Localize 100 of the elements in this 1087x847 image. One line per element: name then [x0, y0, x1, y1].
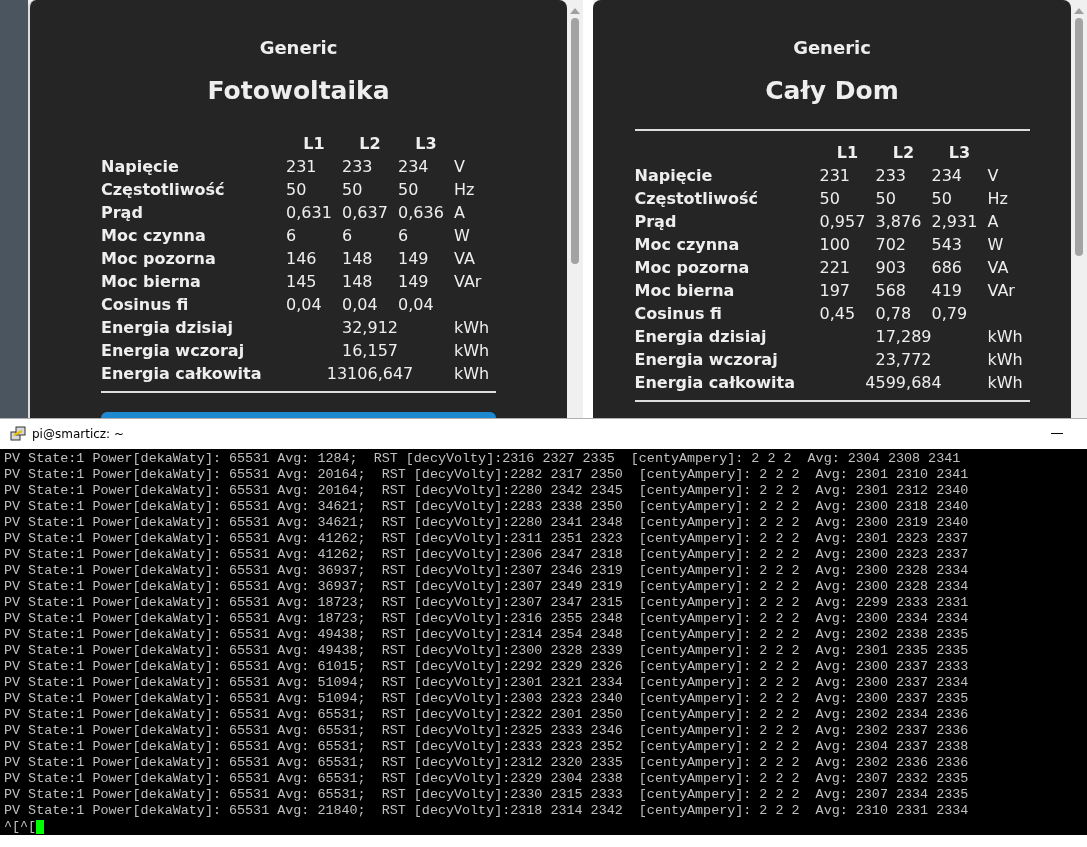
column-header: L2	[358, 133, 382, 155]
terminal-line: PV State:1 Power[dekaWaty]: 65531 Avg: 1284; RST [decyVolty]:2316 2327 2335 [centyAmpery]: 2 2 2 Avg: 2304 2308 2341	[4, 451, 962, 467]
value-cell-text: 233	[342, 156, 374, 178]
terminal-line: PV State:1 Power[dekaWaty]: 65531 Avg: 36937; RST [decyVolty]:2307 2346 2319 [centyAmpery]: 2 2 2 Avg: 2300 2328 2334	[4, 563, 970, 579]
minimize-icon[interactable]	[1051, 433, 1063, 435]
value-cell-text: 50	[931, 188, 953, 210]
row-label: Energia wczoraj	[634, 349, 779, 371]
scrollbar-thumb[interactable]	[571, 18, 579, 264]
terminal-line: PV State:1 Power[dekaWaty]: 65531 Avg: 49438; RST [decyVolty]:2300 2328 2339 [centyAmpery]: 2 2 2 Avg: 2301 2335 2335	[4, 643, 970, 659]
value-cell-text: 231	[286, 156, 318, 178]
terminal-line: PV State:1 Power[dekaWaty]: 65531 Avg: 65531; RST [decyVolty]:2312 2320 2335 [centyAmpery]: 2 2 2 Avg: 2302 2336 2336	[4, 755, 970, 771]
value-cell-text: 221	[819, 257, 852, 279]
row-label: Prąd	[101, 202, 144, 224]
unit-cell-text: kWh	[454, 363, 491, 385]
panel-title: Fotowoltaika	[207, 76, 390, 105]
terminal-line: PV State:1 Power[dekaWaty]: 65531 Avg: 51094; RST [decyVolty]:2303 2323 2340 [centyAmpery]: 2 2 2 Avg: 2300 2337 2335	[4, 691, 970, 707]
value-cell-text: 0,631	[286, 202, 333, 224]
unit-cell-text: VA	[987, 257, 1010, 279]
unit-cell-text: VAr	[987, 280, 1016, 302]
column-header: L2	[891, 142, 916, 164]
value-cell-text: 419	[931, 280, 964, 302]
value-cell-text: 148	[342, 248, 374, 270]
value-cell-text: 903	[875, 257, 908, 279]
row-label: Moc czynna	[634, 234, 741, 256]
terminal-line: PV State:1 Power[dekaWaty]: 65531 Avg: 65531; RST [decyVolty]:2322 2301 2350 [centyAmpery]: 2 2 2 Avg: 2302 2334 2336	[4, 707, 970, 723]
value-cell-text: 6	[342, 225, 354, 247]
panel-subtitle: Generic	[793, 37, 871, 58]
row-label: Napięcie	[634, 165, 714, 187]
terminal-line: PV State:1 Power[dekaWaty]: 65531 Avg: 34621; RST [decyVolty]:2283 2338 2350 [centyAmpery]: 2 2 2 Avg: 2300 2318 2340	[4, 499, 970, 515]
terminal-line: PV State:1 Power[dekaWaty]: 65531 Avg: 41262; RST [decyVolty]:2311 2351 2323 [centyAmpery]: 2 2 2 Avg: 2301 2323 2337	[4, 531, 970, 547]
terminal-line: PV State:1 Power[dekaWaty]: 65531 Avg: 34621; RST [decyVolty]:2280 2341 2348 [centyAmpery]: 2 2 2 Avg: 2300 2319 2340	[4, 515, 970, 531]
unit-cell-text: kWh	[987, 326, 1024, 348]
unit-cell-text: W	[454, 225, 471, 247]
scroll-up-icon[interactable]	[570, 8, 580, 14]
terminal-line: PV State:1 Power[dekaWaty]: 65531 Avg: 21840; RST [decyVolty]:2318 2314 2342 [centyAmpery]: 2 2 2 Avg: 2310 2331 2334	[4, 803, 970, 819]
value-cell-text: 50	[875, 188, 897, 210]
unit-cell-text: A	[987, 211, 1000, 233]
unit-cell-text: kWh	[454, 340, 491, 362]
value-cell-text: 543	[931, 234, 964, 256]
value-cell-text: 234	[931, 165, 964, 187]
row-label: Cosinus fi	[101, 294, 190, 316]
unit-cell-text: V	[454, 156, 466, 178]
column-header: L1	[302, 133, 326, 155]
value-cell-text: 6	[286, 225, 298, 247]
row-label: Częstotliwość	[101, 179, 226, 201]
unit-cell-text: W	[987, 234, 1005, 256]
cursor	[36, 820, 45, 834]
row-label: Moc pozorna	[634, 257, 751, 279]
scrollbar-thumb[interactable]	[1075, 18, 1083, 256]
value-cell-text: 686	[931, 257, 964, 279]
row-label: Cosinus fi	[634, 303, 723, 325]
unit-cell-text: kWh	[987, 349, 1024, 371]
column-header: L1	[835, 142, 860, 164]
value-cell-text: 702	[875, 234, 908, 256]
unit-cell-text: VAr	[454, 271, 483, 293]
scroll-up-icon[interactable]	[1074, 8, 1084, 14]
terminal-line: PV State:1 Power[dekaWaty]: 65531 Avg: 18723; RST [decyVolty]:2316 2355 2348 [centyAmpery]: 2 2 2 Avg: 2300 2334 2334	[4, 611, 970, 627]
value-cell-text: 233	[875, 165, 908, 187]
panel-title: Cały Dom	[765, 76, 899, 105]
value-cell-text: 50	[342, 179, 364, 201]
terminal-line: PV State:1 Power[dekaWaty]: 65531 Avg: 65531; RST [decyVolty]:2325 2333 2346 [centyAmpery]: 2 2 2 Avg: 2302 2337 2336	[4, 723, 970, 739]
unit-cell-text: V	[987, 165, 1000, 187]
value-cell-text: 149	[398, 271, 430, 293]
value-cell-text: 0,79	[931, 303, 969, 325]
value-cell-text: 50	[819, 188, 841, 210]
value-cell-text: 0,04	[398, 294, 435, 316]
panel-subtitle: Generic	[259, 37, 338, 58]
value-cell-text: 148	[342, 271, 374, 293]
row-label: Moc pozorna	[101, 248, 217, 270]
value-cell-text: 149	[398, 248, 430, 270]
value-cell-text: 32,912	[341, 317, 399, 339]
column-header: L3	[947, 142, 972, 164]
terminal-line: PV State:1 Power[dekaWaty]: 65531 Avg: 51094; RST [decyVolty]:2301 2321 2334 [centyAmpery]: 2 2 2 Avg: 2300 2337 2334	[4, 675, 970, 691]
value-cell-text: 100	[819, 234, 852, 256]
value-cell-text: 16,157	[341, 340, 399, 362]
unit-cell-text: Hz	[987, 188, 1009, 210]
terminal-line: PV State:1 Power[dekaWaty]: 65531 Avg: 49438; RST [decyVolty]:2314 2354 2348 [centyAmpery]: 2 2 2 Avg: 2302 2338 2335	[4, 627, 970, 643]
unit-cell-text: kWh	[987, 372, 1024, 394]
value-cell-text: 23,772	[874, 349, 933, 371]
terminal-line: PV State:1 Power[dekaWaty]: 65531 Avg: 65531; RST [decyVolty]:2329 2304 2338 [centyAmpery]: 2 2 2 Avg: 2307 2332 2335	[4, 771, 970, 787]
row-label: Prąd	[634, 211, 678, 233]
value-cell-text: 2,931	[931, 211, 979, 233]
value-cell-text: 0,636	[398, 202, 445, 224]
value-cell-text: 145	[286, 271, 318, 293]
value-cell-text: 0,637	[342, 202, 389, 224]
unit-cell-text: VA	[454, 248, 476, 270]
terminal-line: PV State:1 Power[dekaWaty]: 65531 Avg: 20164; RST [decyVolty]:2282 2317 2350 [centyAmpery]: 2 2 2 Avg: 2301 2310 2341	[4, 467, 970, 483]
terminal-line: PV State:1 Power[dekaWaty]: 65531 Avg: 41262; RST [decyVolty]:2306 2347 2318 [centyAmpery]: 2 2 2 Avg: 2300 2323 2337	[4, 547, 970, 563]
window-title: pi@smarticz: ~	[32, 427, 125, 441]
row-label: Moc bierna	[634, 280, 736, 302]
terminal-line: PV State:1 Power[dekaWaty]: 65531 Avg: 61015; RST [decyVolty]:2292 2329 2326 [centyAmpery]: 2 2 2 Avg: 2300 2337 2333	[4, 659, 970, 675]
value-cell-text: 17,289	[874, 326, 933, 348]
value-cell-text: 0,04	[286, 294, 323, 316]
row-label: Moc czynna	[101, 225, 207, 247]
terminal-line: PV State:1 Power[dekaWaty]: 65531 Avg: 36937; RST [decyVolty]:2307 2349 2319 [centyAmpery]: 2 2 2 Avg: 2300 2328 2334	[4, 579, 970, 595]
column-header: L3	[414, 133, 438, 155]
row-label: Energia dzisiaj	[101, 317, 234, 339]
row-label: Moc bierna	[101, 271, 202, 293]
row-label: Energia wczoraj	[101, 340, 246, 362]
value-cell-text: 568	[875, 280, 908, 302]
